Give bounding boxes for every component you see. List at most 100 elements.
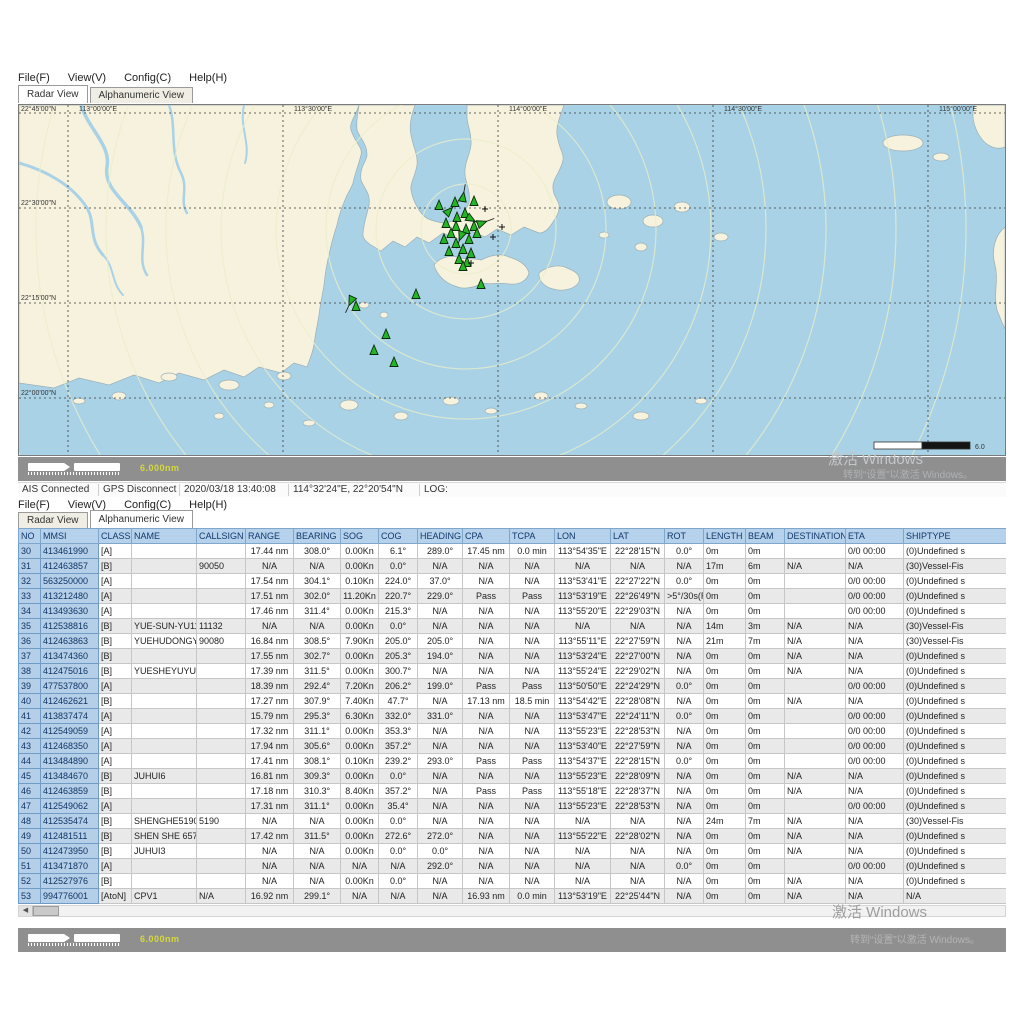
table-cell: N/A (784, 693, 846, 709)
table-row[interactable]: 45 413484670 [B] JUHUI6 16.81 nm 309.3° 0.00Kn… (18, 768, 1006, 784)
menu-help[interactable]: Help(H) (189, 499, 227, 511)
table-cell: 0/0 00:00 (845, 723, 904, 739)
table-cell: N/A (417, 558, 463, 574)
table-cell: 0m (703, 543, 746, 559)
table-cell: 18.5 min (509, 693, 555, 709)
table-row[interactable]: 49 412481511 [B] SHEN SHE 6573 17.42 nm 311.5… (18, 828, 1006, 844)
table-cell (784, 858, 846, 874)
table-cell: 0.00Kn (340, 603, 379, 619)
tab-alphanumeric-view[interactable]: Alphanumeric View (89, 510, 193, 528)
table-row[interactable]: 42 412549059 [A] 17.32 nm 311.1° 0.00Kn 353.3°… (18, 723, 1006, 739)
column-header-mmsi[interactable]: MMSI (40, 528, 99, 544)
table-row[interactable]: 53 994776001 [AtoN] CPV1 N/A 16.92 nm 299.1° N/… (18, 888, 1006, 904)
table-cell: [A] (98, 798, 132, 814)
menu-file[interactable]: File(F) (18, 72, 50, 84)
table-row[interactable]: 43 412468350 [A] 17.94 nm 305.6° 0.00Kn 357.2°… (18, 738, 1006, 754)
table-row[interactable]: 46 412463859 [B] 17.18 nm 310.3° 8.40Kn 357.2°… (18, 783, 1006, 799)
table-cell: 0.0° (664, 573, 704, 589)
datetime-status: 2020/03/18 13:40:08 (180, 484, 289, 496)
table-row[interactable]: 51 413471870 [A] N/A N/A N/A N/A 292.0° N/A N/A N/… (18, 858, 1006, 874)
lat-label: 22°00'00"N (21, 389, 56, 397)
column-header-beam[interactable]: BEAM (745, 528, 785, 544)
column-header-shiptype[interactable]: SHIPTYPE (903, 528, 1006, 544)
table-cell: Pass (462, 783, 510, 799)
menu-view[interactable]: View(V) (68, 72, 106, 84)
column-header-cog[interactable]: COG (378, 528, 418, 544)
table-cell: 477537800 (40, 678, 99, 694)
column-header-length[interactable]: LENGTH (703, 528, 746, 544)
table-cell: YUEHUDONGYL (131, 633, 197, 649)
column-header-no[interactable]: NO (18, 528, 41, 544)
table-cell: (0)Undefined s (903, 858, 1006, 874)
table-cell: [A] (98, 573, 132, 589)
column-header-lon[interactable]: LON (554, 528, 611, 544)
column-header-class[interactable]: CLASS (98, 528, 132, 544)
table-row[interactable]: 47 412549062 [A] 17.31 nm 311.1° 0.00Kn 35.4° N… (18, 798, 1006, 814)
scrollbar-thumb[interactable] (33, 906, 59, 916)
table-cell: N/A (417, 738, 463, 754)
column-header-callsign[interactable]: CALLSIGN (196, 528, 246, 544)
column-header-eta[interactable]: ETA (845, 528, 904, 544)
map-canvas: 22°45'00"N 22°30'00"N 22°15'00"N 22°00'0… (0, 0, 1006, 730)
range-slider[interactable] (28, 462, 124, 476)
table-row[interactable]: 31 412463857 [B] 90050 N/A N/A 0.00Kn 0.0° N/A N/… (18, 558, 1006, 574)
table-row[interactable]: 39 477537800 [A] 18.39 nm 292.4° 7.20Kn 206.2°… (18, 678, 1006, 694)
table-row[interactable]: 30 413461990 [A] 17.44 nm 308.0° 0.00Kn 6.1° 28… (18, 543, 1006, 559)
table-cell: N/A (509, 873, 555, 889)
tab-alphanumeric-view[interactable]: Alphanumeric View (89, 87, 193, 103)
table-cell: 0m (703, 693, 746, 709)
table-row[interactable]: 35412538816[B]YUE-SUN-YU11111132N/AN/A0.… (18, 618, 1006, 634)
table-cell: 0/0 00:00 (845, 678, 904, 694)
scroll-left-icon[interactable]: ◀ (19, 906, 33, 916)
table-cell: 113°55'23"E (554, 768, 611, 784)
table-cell: 413474360 (40, 648, 99, 664)
table-cell: 22°29'03"N (610, 603, 665, 619)
column-header-name[interactable]: NAME (131, 528, 197, 544)
range-slider[interactable] (28, 933, 124, 947)
table-row[interactable]: 33 413212480 [A] 17.51 nm 302.0° 11.20Kn 220.7… (18, 588, 1006, 604)
column-header-lat[interactable]: LAT (610, 528, 665, 544)
menu-help[interactable]: Help(H) (189, 72, 227, 84)
radar-map[interactable]: 22°45'00"N 22°30'00"N 22°15'00"N 22°00'0… (0, 0, 1006, 730)
table-row[interactable]: 41 413837474 [A] 15.79 nm 295.3° 6.30Kn 332.0°… (18, 708, 1006, 724)
menu-config[interactable]: Config(C) (124, 72, 171, 84)
table-row[interactable]: 52 412527976 [B] N/A N/A 0.00Kn 0.0° N/A N/A N/A N… (18, 873, 1006, 889)
column-header-rot[interactable]: ROT (664, 528, 704, 544)
vessel-table: NO MMSI CLASS NAME CALLSIGN RANGE BEARING SOG CO… (18, 528, 1006, 904)
tab-radar-view[interactable]: Radar View (18, 512, 88, 528)
table-row[interactable]: 38 412475016 [B] YUESHEYUYUN 17.39 nm 311.5° 0… (18, 663, 1006, 679)
range-value-label: 6.000nm (140, 463, 180, 473)
column-header-range[interactable]: RANGE (245, 528, 294, 544)
table-cell: 17.42 nm (245, 828, 294, 844)
table-cell: 41 (18, 708, 41, 724)
ais-status: AIS Connected (18, 484, 99, 496)
table-cell (784, 708, 846, 724)
table-cell: N/A (462, 858, 510, 874)
column-header-bearing[interactable]: BEARING (293, 528, 341, 544)
column-header-tcpa[interactable]: TCPA (509, 528, 555, 544)
table-row[interactable]: 34 413493630 [A] 17.46 nm 311.4° 0.00Kn 215.3°… (18, 603, 1006, 619)
column-header-sog[interactable]: SOG (340, 528, 379, 544)
column-header-heading[interactable]: HEADING (417, 528, 463, 544)
table-cell: 224.0° (378, 573, 418, 589)
column-header-cpa[interactable]: CPA (462, 528, 510, 544)
table-row[interactable]: 50 412473950 [B] JUHUI3 N/A N/A 0.00Kn 0.0° 0.0°… (18, 843, 1006, 859)
horizontal-scrollbar[interactable]: ◀ (18, 905, 1006, 917)
table-cell: 412463863 (40, 633, 99, 649)
table-row[interactable]: 36412463863[B]YUEHUDONGYL9008016.84 nm30… (18, 633, 1006, 649)
table-row[interactable]: 44 413484890 [A] 17.41 nm 308.1° 0.10Kn 239.2°… (18, 753, 1006, 769)
column-header-destination[interactable]: DESTINATION (784, 528, 846, 544)
table-row[interactable]: 48 412535474 [B] SHENGHE5190 5190 N/A N/A 0.00K… (18, 813, 1006, 829)
table-cell: 22°27'59"N (610, 738, 665, 754)
tab-radar-view[interactable]: Radar View (18, 85, 88, 103)
menu-file[interactable]: File(F) (18, 499, 50, 511)
table-cell: N/A (417, 768, 463, 784)
table-cell: 0m (745, 828, 785, 844)
table-row[interactable]: 32 563250000 [A] 17.54 nm 304.1° 0.10Kn 224.0°… (18, 573, 1006, 589)
table-row[interactable]: 40 412462621 [B] 17.27 nm 307.9° 7.40Kn 47.7° N… (18, 693, 1006, 709)
table-cell: 307.9° (293, 693, 341, 709)
table-cell: 37.0° (417, 573, 463, 589)
table-row[interactable]: 37 413474360 [B] 17.55 nm 302.7° 0.00Kn 205.3°… (18, 648, 1006, 664)
table-cell: 15.79 nm (245, 708, 294, 724)
table-cell: [A] (98, 708, 132, 724)
